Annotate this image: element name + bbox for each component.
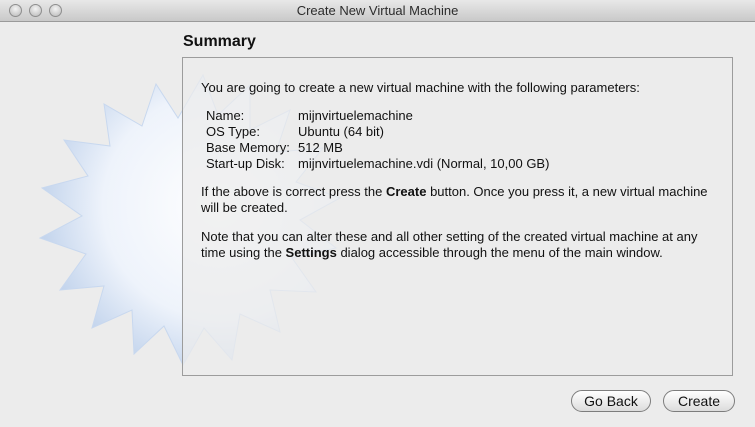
param-key: Start-up Disk: <box>206 156 285 171</box>
dialog-window: Create New Virtual Machine Summary You a… <box>0 0 755 427</box>
create-button[interactable]: Create <box>663 390 735 412</box>
param-value: 512 MB <box>298 140 343 155</box>
param-value: mijnvirtuelemachine <box>298 108 413 123</box>
param-key: Name: <box>206 108 245 123</box>
window-title: Create New Virtual Machine <box>296 3 459 18</box>
param-row-name: Name: mijnvirtuelemachine <box>206 108 549 124</box>
note-text: Note that you can alter these and all ot… <box>201 229 721 261</box>
param-row-startup-disk: Start-up Disk: mijnvirtuelemachine.vdi (… <box>206 156 549 172</box>
param-value: Ubuntu (64 bit) <box>298 124 384 139</box>
confirm-text-bold: Create <box>385 184 427 199</box>
go-back-button[interactable]: Go Back <box>571 390 651 412</box>
parameter-list: Name: mijnvirtuelemachine OS Type: Ubunt… <box>206 108 549 172</box>
page-title: Summary <box>183 33 256 50</box>
note-text-post: dialog accessible through the menu of th… <box>336 245 663 260</box>
param-row-os-type: OS Type: Ubuntu (64 bit) <box>206 124 549 140</box>
confirm-text-pre: If the above is correct press the <box>201 184 386 199</box>
note-text-bold: Settings <box>285 245 337 260</box>
intro-text: You are going to create a new virtual ma… <box>201 80 640 95</box>
title-bar[interactable]: Create New Virtual Machine <box>0 0 755 22</box>
param-row-base-memory: Base Memory: 512 MB <box>206 140 549 156</box>
param-key: Base Memory: <box>206 140 290 155</box>
confirm-text: If the above is correct press the Create… <box>201 184 721 216</box>
summary-panel: You are going to create a new virtual ma… <box>182 57 733 376</box>
param-value: mijnvirtuelemachine.vdi (Normal, 10,00 G… <box>298 156 550 171</box>
param-key: OS Type: <box>206 124 260 139</box>
